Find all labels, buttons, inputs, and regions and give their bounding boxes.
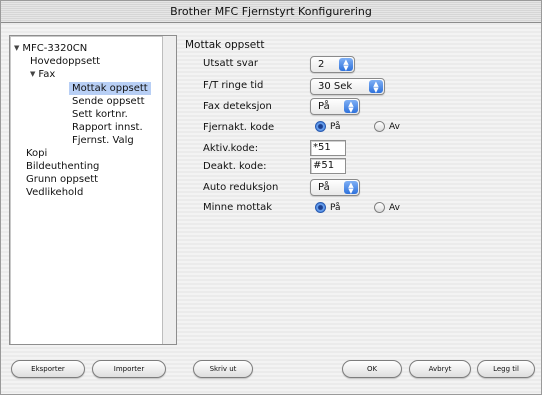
tree-item-mottak-oppsett[interactable]: Mottak oppsett <box>69 82 151 95</box>
tree-item-kopi[interactable]: Kopi <box>26 147 47 160</box>
skriv-ut-button[interactable]: Skriv ut <box>193 360 253 378</box>
settings-tree[interactable]: ▼ MFC-3320CN Hovedoppsett ▼ Fax Mottak opp… <box>9 35 177 345</box>
minne-mottak-on-radio[interactable]: På <box>315 202 341 213</box>
tree-item-grunn-oppsett[interactable]: Grunn oppsett <box>26 173 98 186</box>
tree-item-rapport-innst[interactable]: Rapport innst. <box>72 121 143 134</box>
fjernakt-off-radio[interactable]: Av <box>374 121 400 132</box>
radio-label: På <box>330 202 341 213</box>
utsatt-svar-select[interactable]: 2 ▲ ▼ <box>310 56 355 73</box>
tree-item-fax[interactable]: ▼ Fax <box>30 68 55 82</box>
tree-item-label: Rapport innst. <box>72 122 143 133</box>
auto-reduksjon-select[interactable]: På ▲ ▼ <box>310 179 360 196</box>
radio-unselected-icon <box>374 121 385 132</box>
disclosure-triangle-icon[interactable]: ▼ <box>14 44 19 52</box>
disclosure-triangle-icon[interactable]: ▼ <box>30 70 35 78</box>
fax-deteksjon-label: Fax deteksjon <box>203 101 272 112</box>
radio-label: Av <box>389 121 400 132</box>
tree-item-bildeuthenting[interactable]: Bildeuthenting <box>26 160 99 173</box>
tree-item-sett-kortnr[interactable]: Sett kortnr. <box>72 108 128 121</box>
tree-item-label: Hovedoppsett <box>30 56 101 67</box>
aktiv-kode-field[interactable]: *51 <box>310 140 346 156</box>
tree-item-fjernst-valg[interactable]: Fjernst. Valg <box>72 134 134 147</box>
updown-arrows-icon: ▲ ▼ <box>344 181 358 195</box>
tree-item-hovedoppsett[interactable]: Hovedoppsett <box>30 55 100 68</box>
updown-arrows-icon: ▲ ▼ <box>369 80 383 94</box>
tree-item-label: Vedlikehold <box>26 187 84 198</box>
tree-item-label: Mottak oppsett <box>72 83 148 94</box>
tree-item-label: Sett kortnr. <box>72 109 128 120</box>
utsatt-svar-label: Utsatt svar <box>203 58 258 69</box>
window-title: Brother MFC Fjernstyrt Konfigurering <box>1 1 541 23</box>
legg-til-button[interactable]: Legg til <box>477 360 535 378</box>
tree-scrollbar[interactable] <box>162 36 176 344</box>
fjernakt-kode-label: Fjernakt. kode <box>203 122 275 133</box>
avbryt-button[interactable]: Avbryt <box>409 360 471 378</box>
tree-item-sende-oppsett[interactable]: Sende oppsett <box>72 95 145 108</box>
deakt-kode-label: Deakt. kode: <box>203 161 267 172</box>
tree-item-label: Fax <box>38 69 56 80</box>
updown-arrows-icon: ▲ ▼ <box>339 58 353 72</box>
ringe-tid-select[interactable]: 30 Sek ▲ ▼ <box>310 78 385 95</box>
aktiv-kode-label: Aktiv.kode: <box>203 143 259 154</box>
radio-selected-icon <box>315 202 326 213</box>
ringe-tid-label: F/T ringe tid <box>203 80 264 91</box>
tree-item-root[interactable]: ▼ MFC-3320CN <box>14 42 87 56</box>
tree-item-label: Fjernst. Valg <box>72 135 134 146</box>
tree-item-label: Grunn oppsett <box>26 174 99 185</box>
fjernakt-on-radio[interactable]: På <box>315 121 341 132</box>
auto-reduksjon-label: Auto reduksjon <box>203 182 279 193</box>
deakt-kode-field[interactable]: #51 <box>310 158 346 174</box>
config-window: Brother MFC Fjernstyrt Konfigurering ▼ MF… <box>0 0 542 395</box>
tree-item-label: Kopi <box>26 148 48 159</box>
eksporter-button[interactable]: Eksporter <box>11 360 85 378</box>
radio-unselected-icon <box>374 202 385 213</box>
radio-label: Av <box>389 202 400 213</box>
minne-mottak-off-radio[interactable]: Av <box>374 202 400 213</box>
tree-item-label: Bildeuthenting <box>26 161 100 172</box>
importer-button[interactable]: Importer <box>92 360 166 378</box>
ok-button[interactable]: OK <box>342 360 402 378</box>
radio-label: På <box>330 121 341 132</box>
section-title: Mottak oppsett <box>185 39 265 51</box>
tree-item-label: Sende oppsett <box>72 96 145 107</box>
tree-item-label: MFC-3320CN <box>22 43 88 54</box>
updown-arrows-icon: ▲ ▼ <box>344 100 358 114</box>
tree-item-vedlikehold[interactable]: Vedlikehold <box>26 186 83 199</box>
fax-deteksjon-select[interactable]: På ▲ ▼ <box>310 98 360 115</box>
select-value: På <box>318 101 330 112</box>
select-value: På <box>318 182 330 193</box>
select-value: 2 <box>318 59 325 70</box>
select-value: 30 Sek <box>318 81 353 92</box>
minne-mottak-label: Minne mottak <box>203 202 273 213</box>
radio-selected-icon <box>315 121 326 132</box>
